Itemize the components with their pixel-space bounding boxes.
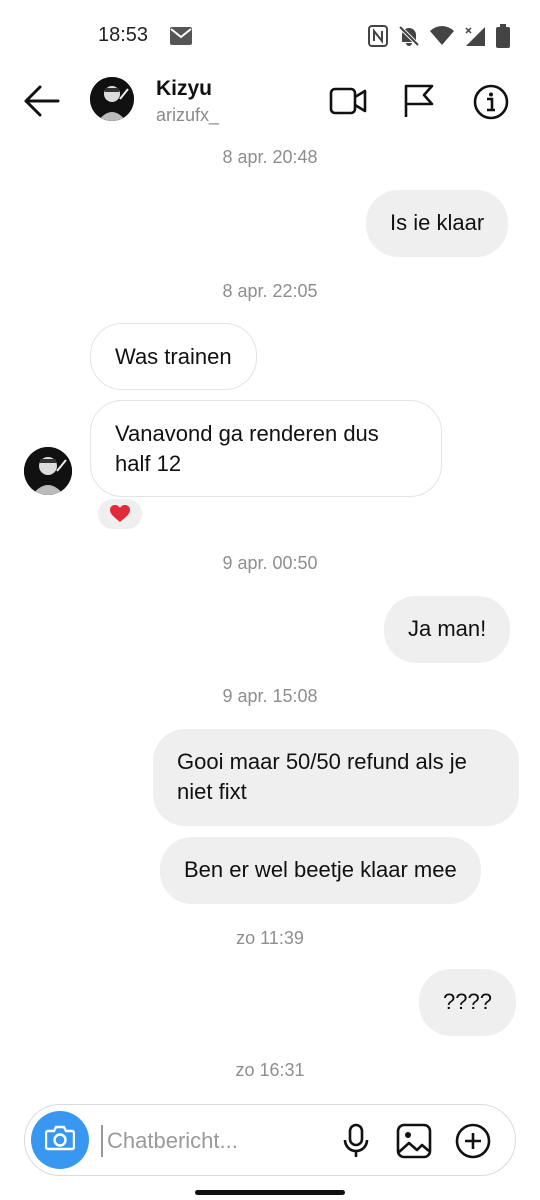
timestamp: 8 apr. 22:05 [222,281,318,301]
outgoing-message[interactable]: Gooi maar 50/50 refund als je niet fixt [153,729,519,826]
timestamp: 9 apr. 15:08 [222,686,318,706]
info-icon[interactable] [472,83,510,120]
mute-icon [398,25,420,52]
outgoing-message[interactable]: Is ie klaar [366,190,509,257]
back-arrow-icon[interactable] [22,83,62,119]
home-indicator[interactable] [195,1190,345,1195]
battery-icon [496,24,510,53]
status-icons [368,24,510,53]
microphone-icon[interactable] [337,1122,375,1160]
video-call-icon[interactable] [329,83,367,119]
mail-icon [170,27,192,50]
timestamp: 8 apr. 20:48 [222,147,318,167]
timestamp: 9 apr. 00:50 [222,553,318,573]
heart-reaction[interactable] [96,497,144,531]
message-composer [24,1104,516,1176]
sender-avatar[interactable] [24,447,72,495]
message-input[interactable] [101,1125,301,1157]
status-bar: 18:53 [0,0,540,70]
camera-icon [44,1125,76,1156]
flag-icon[interactable] [402,83,440,119]
status-time: 18:53 [98,24,149,46]
outgoing-message[interactable]: Ja man! [384,596,511,663]
outgoing-message[interactable]: Ben er wel beetje klaar mee [160,837,481,904]
contact-handle[interactable]: arizufx_ [156,105,219,126]
avatar[interactable] [90,77,134,121]
outgoing-message[interactable]: ???? [419,969,516,1036]
incoming-message[interactable]: Was trainen [90,323,257,390]
contact-name[interactable]: Kizyu [156,77,212,101]
timestamp: zo 11:39 [236,928,304,948]
nfc-icon [368,25,388,52]
timestamp: zo 16:31 [235,1060,305,1080]
wifi-icon [430,26,454,51]
gallery-icon[interactable] [395,1122,433,1160]
incoming-message[interactable]: Vanavond ga renderen dus half 12 [90,400,442,497]
add-icon[interactable] [454,1122,492,1160]
camera-button[interactable] [31,1111,89,1169]
signal-icon [464,25,486,52]
chat-header: Kizyu arizufx_ [0,70,540,132]
